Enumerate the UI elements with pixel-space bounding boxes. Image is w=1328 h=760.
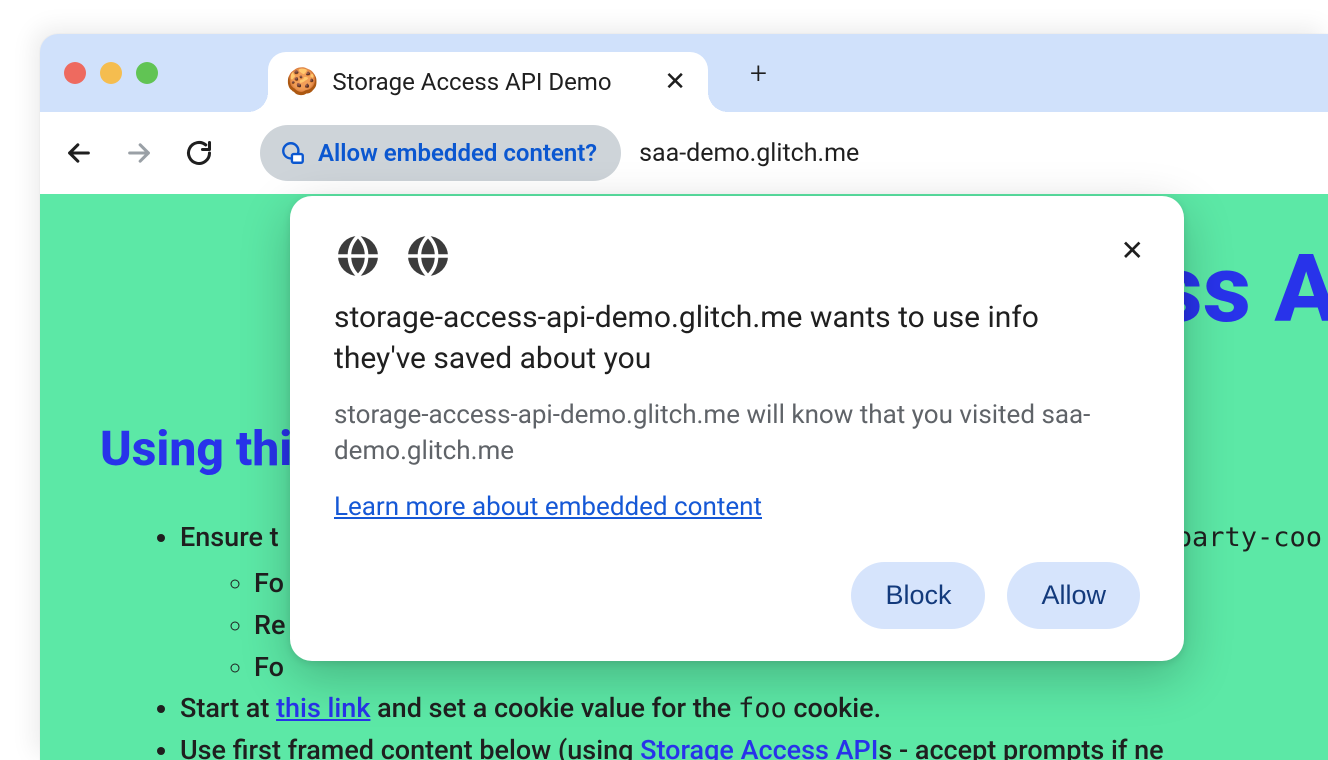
window-minimize-button[interactable] — [100, 62, 122, 84]
browser-toolbar: Allow embedded content? saa-demo.glitch.… — [40, 112, 1328, 194]
popover-icons — [334, 232, 1140, 280]
tab-favicon-icon: 🍪 — [286, 69, 318, 95]
list-item: Use first framed content below (using St… — [180, 730, 1288, 760]
new-tab-button[interactable]: + — [738, 48, 779, 99]
block-button[interactable]: Block — [851, 562, 985, 629]
tab-title: Storage Access API Demo — [332, 68, 626, 96]
list-item: Start at this link and set a cookie valu… — [180, 688, 1288, 730]
reload-icon — [185, 139, 213, 167]
forward-button[interactable] — [114, 128, 164, 178]
popover-close-button[interactable]: ✕ — [1115, 228, 1150, 273]
permission-chip-label: Allow embedded content? — [318, 139, 597, 167]
permission-chip[interactable]: Allow embedded content? — [260, 125, 621, 181]
window-close-button[interactable] — [64, 62, 86, 84]
permission-prompt: ✕ storage-access-api-demo.glitch.me want… — [290, 196, 1184, 661]
popover-actions: Block Allow — [334, 562, 1140, 629]
this-link[interactable]: this link — [276, 692, 370, 724]
embedded-content-icon — [280, 140, 306, 166]
globe-icon — [334, 232, 382, 280]
tab-strip: 🍪 Storage Access API Demo ✕ + — [40, 34, 1328, 112]
tab-close-button[interactable]: ✕ — [660, 63, 690, 101]
arrow-right-icon — [125, 139, 153, 167]
arrow-left-icon — [65, 139, 93, 167]
back-button[interactable] — [54, 128, 104, 178]
window-controls — [64, 62, 158, 84]
popover-description: storage-access-api-demo.glitch.me will k… — [334, 397, 1104, 470]
browser-tab[interactable]: 🍪 Storage Access API Demo ✕ — [268, 52, 708, 112]
reload-button[interactable] — [174, 128, 224, 178]
url-text: saa-demo.glitch.me — [639, 139, 859, 168]
popover-title: storage-access-api-demo.glitch.me wants … — [334, 298, 1054, 379]
storage-access-api-link[interactable]: Storage Access API — [640, 734, 878, 760]
globe-icon — [404, 232, 452, 280]
omnibox[interactable]: Allow embedded content? saa-demo.glitch.… — [260, 122, 1314, 184]
allow-button[interactable]: Allow — [1007, 562, 1140, 629]
learn-more-link[interactable]: Learn more about embedded content — [334, 492, 762, 522]
window-fullscreen-button[interactable] — [136, 62, 158, 84]
